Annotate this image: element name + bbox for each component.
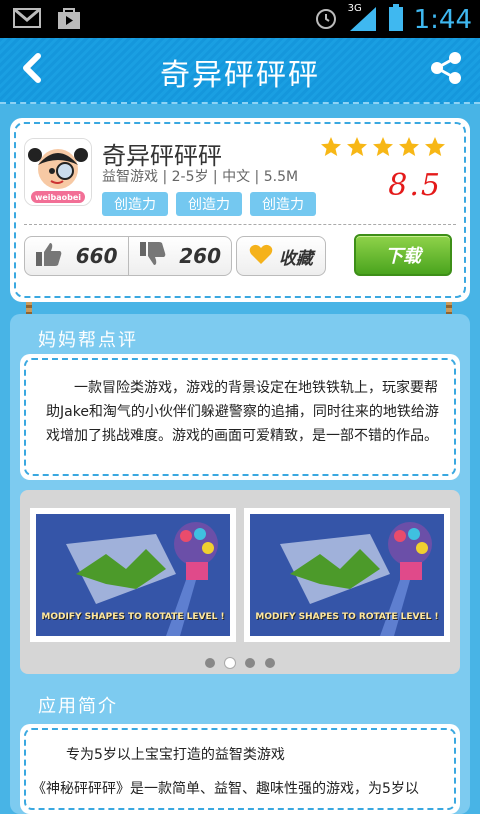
- rating-stars: [320, 136, 446, 158]
- dislike-button[interactable]: 260: [127, 237, 232, 275]
- page-dot[interactable]: [225, 658, 235, 668]
- screenshot-2[interactable]: MODIFY SHAPES TO ROTATE LEVEL !: [244, 508, 450, 642]
- like-button[interactable]: 660: [25, 237, 128, 275]
- page-dot[interactable]: [205, 658, 215, 668]
- intro-line-1: 专为5岁以上宝宝打造的益智类游戏: [66, 747, 285, 763]
- dislike-count: 260: [179, 244, 221, 268]
- download-button[interactable]: 下载: [354, 234, 452, 276]
- share-icon[interactable]: [428, 50, 464, 86]
- star-icon: [424, 136, 446, 158]
- gmail-icon: [12, 6, 42, 30]
- tag[interactable]: 创造力: [176, 192, 242, 216]
- page-indicator: [20, 658, 460, 668]
- clock: 1:44: [413, 5, 472, 35]
- rating-score: 8.5: [388, 168, 442, 203]
- icon-logo-text: weibaobei: [35, 193, 81, 202]
- favorite-button[interactable]: 收藏: [236, 236, 326, 276]
- app-meta: 益智游戏 | 2-5岁 | 中文 | 5.5M: [102, 169, 299, 185]
- review-text: 一款冒险类游戏，游戏的背景设定在地铁铁轨上，玩家要帮助Jake和淘气的小伙伴们躲…: [46, 380, 439, 444]
- screenshot-caption: MODIFY SHAPES TO ROTATE LEVEL !: [255, 612, 439, 622]
- star-icon: [346, 136, 368, 158]
- thumbs-down-icon: [139, 241, 167, 271]
- page-dot[interactable]: [265, 658, 275, 668]
- screenshot-caption: MODIFY SHAPES TO ROTATE LEVEL !: [41, 612, 225, 622]
- status-bar: 3G 1:44: [0, 0, 480, 38]
- app-info-card: weibaobei 奇异砰砰砰 益智游戏 | 2-5岁 | 中文 | 5.5M …: [10, 118, 470, 302]
- screenshot-gallery[interactable]: MODIFY SHAPES TO ROTATE LEVEL ! MODIFY S…: [20, 490, 460, 674]
- like-count: 660: [75, 244, 118, 268]
- star-icon: [398, 136, 420, 158]
- divider: [24, 224, 456, 225]
- heart-icon: [249, 243, 273, 269]
- intro-line-2: 《神秘砰砰砰》是一款简单、益智、趣味性强的游戏，为5岁以: [32, 781, 419, 797]
- thumbs-up-icon: [35, 241, 63, 271]
- tag[interactable]: 创造力: [250, 192, 316, 216]
- tag-list: 创造力 创造力 创造力: [102, 192, 316, 216]
- page-title: 奇异砰砰砰: [160, 58, 320, 93]
- favorite-label: 收藏: [279, 248, 313, 269]
- battery-icon: [388, 4, 404, 36]
- page-dot[interactable]: [245, 658, 255, 668]
- store-icon: [54, 6, 84, 30]
- star-icon: [372, 136, 394, 158]
- title-bar: 奇异砰砰砰: [0, 38, 480, 104]
- star-icon: [320, 136, 342, 158]
- intro-title: 应用简介: [38, 696, 118, 717]
- intro-box: 专为5岁以上宝宝打造的益智类游戏 《神秘砰砰砰》是一款简单、益智、趣味性强的游戏…: [20, 724, 460, 814]
- app-icon[interactable]: weibaobei: [24, 138, 92, 206]
- vote-box: 660 260: [24, 236, 232, 276]
- signal-icon: 3G: [347, 3, 378, 35]
- review-title: 妈妈帮点评: [38, 330, 138, 351]
- alarm-icon: [314, 6, 338, 34]
- network-label: 3G: [347, 3, 362, 14]
- review-box: 一款冒险类游戏，游戏的背景设定在地铁铁轨上，玩家要帮助Jake和淘气的小伙伴们躲…: [20, 354, 460, 480]
- screenshot-1[interactable]: MODIFY SHAPES TO ROTATE LEVEL !: [30, 508, 236, 642]
- tag[interactable]: 创造力: [102, 192, 168, 216]
